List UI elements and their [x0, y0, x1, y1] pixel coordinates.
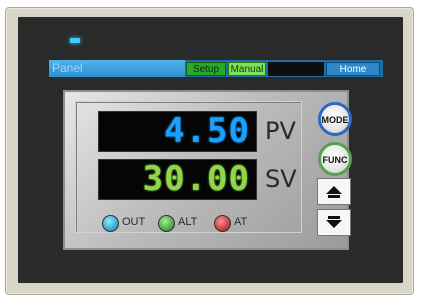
- device-bezel: Panel Setup Manual Home 4.50 PV 30.00 SV…: [5, 7, 414, 295]
- controller-panel: 4.50 PV 30.00 SV OUT ALT AT MODE FUNC: [63, 90, 352, 250]
- at-label: AT: [234, 216, 248, 228]
- down-button[interactable]: [317, 209, 351, 236]
- title-bar-spacer: [268, 62, 324, 76]
- at-lamp-icon: [214, 215, 231, 232]
- title-bar: Panel Setup Manual Home: [49, 60, 383, 77]
- sv-display[interactable]: 30.00: [98, 159, 257, 200]
- status-led-icon: [70, 38, 80, 43]
- out-label: OUT: [122, 216, 146, 228]
- alt-lamp-icon: [158, 215, 175, 232]
- sv-value: 30.00: [142, 159, 250, 199]
- alt-label: ALT: [178, 216, 198, 228]
- pv-display: 4.50: [98, 111, 257, 152]
- up-button[interactable]: [317, 178, 351, 205]
- func-button[interactable]: FUNC: [318, 142, 352, 176]
- pv-value: 4.50: [164, 111, 250, 151]
- out-lamp-icon: [102, 215, 119, 232]
- mode-button[interactable]: MODE: [318, 102, 352, 136]
- pv-label: PV: [265, 117, 296, 145]
- arrow-down-icon: [326, 216, 342, 228]
- arrow-up-icon: [326, 186, 342, 198]
- panel-title: Panel: [52, 61, 83, 75]
- sv-label: SV: [265, 165, 297, 193]
- tab-setup[interactable]: Setup: [186, 62, 226, 76]
- tab-manual[interactable]: Manual: [228, 62, 266, 76]
- tab-home[interactable]: Home: [326, 62, 380, 76]
